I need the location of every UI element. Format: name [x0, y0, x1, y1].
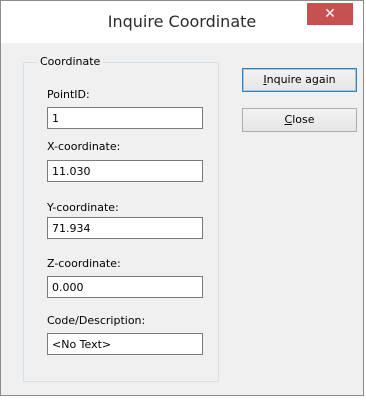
point-id-label: PointID: [47, 88, 90, 101]
close-window-button[interactable]: ✕ [307, 3, 353, 25]
code-description-label: Code/Description: [47, 314, 146, 327]
y-coordinate-label: Y-coordinate: [47, 201, 119, 214]
inquire-again-button[interactable]: Inquire again [242, 68, 357, 92]
groupbox-legend: Coordinate [37, 55, 104, 68]
close-label: lose [292, 113, 315, 126]
z-coordinate-label: Z-coordinate: [47, 257, 121, 270]
title-bar[interactable]: Inquire Coordinate ✕ [1, 1, 363, 43]
y-coordinate-input[interactable] [47, 217, 203, 239]
close-button[interactable]: Close [242, 108, 357, 132]
point-id-input[interactable] [47, 107, 203, 129]
z-coordinate-input[interactable] [47, 276, 203, 298]
close-icon: ✕ [324, 6, 336, 22]
x-coordinate-label: X-coordinate: [47, 140, 121, 153]
code-description-input[interactable] [47, 333, 203, 355]
x-coordinate-input[interactable] [47, 160, 203, 182]
inquire-again-label: nquire again [266, 73, 336, 86]
